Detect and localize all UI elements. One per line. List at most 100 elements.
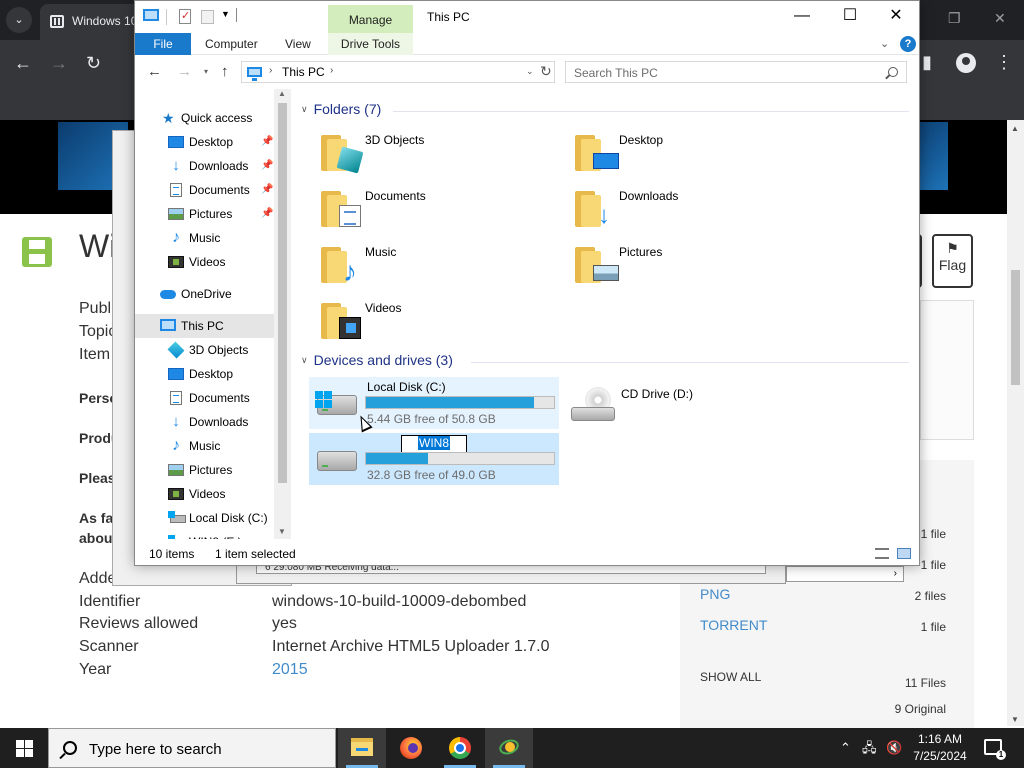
minimize-icon[interactable]: — xyxy=(779,1,825,31)
nav-pc-pictures[interactable]: Pictures xyxy=(135,458,274,482)
browser-restore-icon[interactable]: ❐ xyxy=(948,10,961,27)
page-scrollbar[interactable]: ▲ ▼ xyxy=(1007,120,1024,726)
nav-item-documents[interactable]: Documents 📌 xyxy=(135,178,274,202)
folder-tile-music[interactable]: ♪ Music xyxy=(307,239,547,289)
start-button[interactable] xyxy=(0,728,48,768)
volume-muted-icon[interactable]: 🔇 xyxy=(886,728,902,768)
folder-tile-documents[interactable]: Documents xyxy=(307,183,547,233)
scroll-down-icon[interactable]: ▼ xyxy=(278,527,286,536)
page-scroll-down-icon[interactable]: ▼ xyxy=(1011,715,1019,724)
network-status-icon[interactable]: 🖧 xyxy=(862,728,877,768)
tiles-view-icon[interactable] xyxy=(897,548,911,559)
nav-item-downloads[interactable]: ↓ Downloads 📌 xyxy=(135,154,274,178)
expand-ribbon-icon[interactable]: ⌄ xyxy=(880,37,889,50)
nav-item-videos[interactable]: Videos xyxy=(135,250,274,274)
folder-tile-desktop[interactable]: Desktop xyxy=(561,127,801,177)
forward-arrow-icon[interactable]: → xyxy=(177,63,192,80)
tab-manage[interactable]: Manage xyxy=(328,5,413,33)
nav-pc-local-disk[interactable]: Local Disk (C:) xyxy=(135,506,274,530)
new-folder-icon[interactable] xyxy=(201,10,214,24)
scroll-up-icon[interactable]: ▲ xyxy=(278,89,286,98)
search-input[interactable]: Search This PC xyxy=(565,61,907,83)
browser-tab[interactable]: Windows 10 xyxy=(40,4,140,40)
taskbar-firefox[interactable] xyxy=(387,728,435,768)
taskbar-search-box[interactable]: Type here to search xyxy=(48,728,336,768)
browser-close-icon[interactable]: ✕ xyxy=(994,10,1006,27)
folders-group-header[interactable]: ∨ Folders (7) xyxy=(301,101,381,117)
browser-sidepanel-icon[interactable]: ▮ xyxy=(922,52,932,73)
nav-label: Quick access xyxy=(181,111,253,125)
windows-logo-icon xyxy=(315,391,332,408)
help-icon[interactable]: ? xyxy=(900,36,916,52)
nav-pc-documents[interactable]: Documents xyxy=(135,386,274,410)
browser-profile-avatar[interactable] xyxy=(956,53,976,73)
breadcrumb-chevron-icon[interactable]: › xyxy=(330,65,333,76)
file-type-link-png[interactable]: PNG xyxy=(700,586,730,602)
address-bar[interactable]: › This PC › ⌄ ↻ xyxy=(241,61,555,83)
collapse-chevron-icon[interactable]: ∨ xyxy=(301,355,308,365)
transfer-scroll-right-icon[interactable]: › xyxy=(786,566,904,582)
meta-value-year-link[interactable]: 2015 xyxy=(272,661,308,679)
folder-tile-videos[interactable]: Videos xyxy=(307,295,547,345)
folder-tile-downloads[interactable]: ↓ Downloads xyxy=(561,183,801,233)
nav-pc-3d-objects[interactable]: 3D Objects xyxy=(135,338,274,362)
breadcrumb-this-pc[interactable]: This PC xyxy=(282,65,325,79)
taskbar-file-explorer[interactable] xyxy=(338,728,386,768)
taskbar-network-app[interactable] xyxy=(485,728,533,768)
customize-toolbar-icon[interactable]: ▼ xyxy=(221,9,230,19)
nav-quick-access[interactable]: ★ Quick access xyxy=(135,106,274,130)
flag-button[interactable]: ⚑ Flag xyxy=(932,234,973,288)
show-hidden-icons-icon[interactable]: ⌃ xyxy=(840,728,851,768)
nav-item-music[interactable]: ♪ Music xyxy=(135,226,274,250)
breadcrumb-chevron-icon[interactable]: › xyxy=(269,65,272,76)
nav-scrollbar[interactable]: ▲ ▼ xyxy=(274,89,291,539)
details-view-icon[interactable] xyxy=(875,548,889,559)
nav-scroll-thumb[interactable] xyxy=(278,103,287,483)
search-icon xyxy=(888,67,898,77)
nav-item-pictures[interactable]: Pictures 📌 xyxy=(135,202,274,226)
page-scroll-thumb[interactable] xyxy=(1011,270,1020,385)
folders-group-label: Folders (7) xyxy=(313,101,382,117)
refresh-icon[interactable]: ↻ xyxy=(540,63,552,80)
nav-onedrive[interactable]: OneDrive xyxy=(135,282,274,306)
browser-reload-icon[interactable]: ↻ xyxy=(86,53,101,74)
file-count: 1 file xyxy=(920,527,946,541)
tab-view[interactable]: View xyxy=(285,33,311,55)
drives-group-header[interactable]: ∨ Devices and drives (3) xyxy=(301,352,453,368)
nav-pc-desktop[interactable]: Desktop xyxy=(135,362,274,386)
browser-menu-icon[interactable]: ⋮ xyxy=(995,52,1013,73)
nav-this-pc[interactable]: This PC xyxy=(135,314,274,338)
file-type-link-torrent[interactable]: TORRENT xyxy=(700,617,767,633)
drive-tile-win8[interactable]: WIN8 32.8 GB free of 49.0 GB xyxy=(309,433,559,485)
folder-tile-3d-objects[interactable]: 3D Objects xyxy=(307,127,547,177)
address-dropdown-icon[interactable]: ⌄ xyxy=(526,66,534,77)
back-arrow-icon[interactable]: ← xyxy=(147,63,162,80)
properties-icon[interactable] xyxy=(179,9,191,24)
nav-pc-downloads[interactable]: ↓ Downloads xyxy=(135,410,274,434)
nav-pc-win8[interactable]: WIN8 (E:) xyxy=(135,530,274,539)
drive-tile-cd-d[interactable]: CD Drive (D:) xyxy=(563,377,813,429)
nav-item-desktop[interactable]: Desktop 📌 xyxy=(135,130,274,154)
taskbar-chrome[interactable] xyxy=(436,728,484,768)
show-all-link[interactable]: SHOW ALL xyxy=(700,670,761,684)
up-arrow-icon[interactable]: ↑ xyxy=(221,63,229,80)
rename-input[interactable]: WIN8 xyxy=(401,435,467,453)
drive-tile-local-disk-c[interactable]: Local Disk (C:) 5.44 GB free of 50.8 GB xyxy=(309,377,559,429)
title-bar[interactable]: ▼ Manage This PC — ☐ ✕ xyxy=(135,1,919,33)
tab-drive-tools[interactable]: Drive Tools xyxy=(328,33,413,55)
close-icon[interactable]: ✕ xyxy=(873,1,919,31)
collapse-chevron-icon[interactable]: ∨ xyxy=(301,104,308,114)
rename-input-text[interactable]: WIN8 xyxy=(418,436,450,450)
taskbar-clock[interactable]: 1:16 AM 7/25/2024 xyxy=(905,731,975,765)
tab-computer[interactable]: Computer xyxy=(205,33,258,55)
tab-file[interactable]: File xyxy=(135,33,191,55)
nav-pc-music[interactable]: ♪ Music xyxy=(135,434,274,458)
browser-back-icon[interactable]: ← xyxy=(14,53,32,74)
browser-forward-icon[interactable]: → xyxy=(50,53,68,74)
recent-locations-icon[interactable]: ▾ xyxy=(204,67,208,76)
maximize-icon[interactable]: ☐ xyxy=(827,1,873,31)
folder-tile-pictures[interactable]: Pictures xyxy=(561,239,801,289)
tab-search-button[interactable]: ⌄ xyxy=(6,7,32,33)
page-scroll-up-icon[interactable]: ▲ xyxy=(1011,124,1019,133)
nav-pc-videos[interactable]: Videos xyxy=(135,482,274,506)
